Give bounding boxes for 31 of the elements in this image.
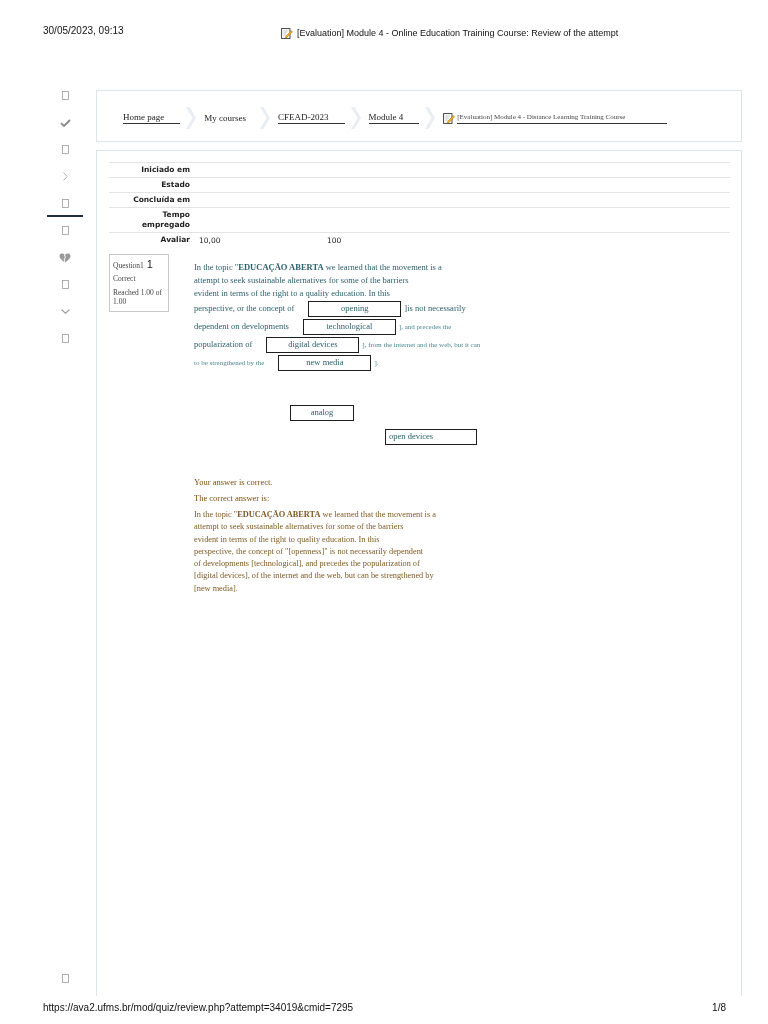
broken-heart-icon xyxy=(59,252,71,263)
notepad-icon xyxy=(281,27,293,39)
square-icon xyxy=(61,199,69,208)
correct-answer-text: In the topic "EDUCAÇÃO ABERTA we learned that the movement is a attempt to seek sustainable alternatives for some of the barriers evident in terms of the right to quality education. In this perspective, the concept of "[openness]" is not necessarily dependent of developments [technological], and precedes the popularization of [digital devices], of the internet and the web, but can be strengthened by [new media]. xyxy=(194,509,436,595)
answer-box[interactable]: technological xyxy=(302,319,396,335)
drag-item[interactable]: analog xyxy=(290,405,354,421)
chevron-down-icon xyxy=(60,309,70,314)
notepad-icon xyxy=(443,112,456,124)
square-icon xyxy=(61,974,69,983)
breadcrumb-item: My courses xyxy=(204,112,247,124)
breadcrumb-link[interactable]: Module 4 xyxy=(368,112,420,124)
drag-item[interactable]: open devices xyxy=(385,429,477,445)
chevron-right-icon xyxy=(62,172,68,181)
page-number: 1/8 xyxy=(712,1002,726,1014)
square-icon xyxy=(61,91,69,100)
breadcrumb-link[interactable]: Home page xyxy=(123,112,181,124)
square-icon xyxy=(61,334,69,343)
page-url: https://ava2.ufms.br/mod/quiz/review.php?attempt=34019&cmid=7295 xyxy=(43,1002,354,1014)
square-icon xyxy=(61,145,69,154)
feedback-text: Your answer is correct. xyxy=(194,476,273,488)
answer-label: The correct answer is: xyxy=(194,492,270,504)
date-time: 30/05/2023, 09:13 xyxy=(43,25,125,38)
breadcrumb-link[interactable]: CFEAD-2023 xyxy=(278,112,345,124)
page-title: [Evaluation] Module 4 - Online Education Training Course: Review of the attempt xyxy=(297,27,619,39)
answer-box[interactable]: digital devices xyxy=(266,337,360,353)
square-icon xyxy=(61,280,69,289)
check-icon xyxy=(59,118,71,127)
question-number: 1 xyxy=(146,258,153,270)
square-icon xyxy=(61,226,69,235)
answer-box[interactable]: opening xyxy=(308,301,402,317)
answer-box[interactable]: new media xyxy=(278,355,372,371)
